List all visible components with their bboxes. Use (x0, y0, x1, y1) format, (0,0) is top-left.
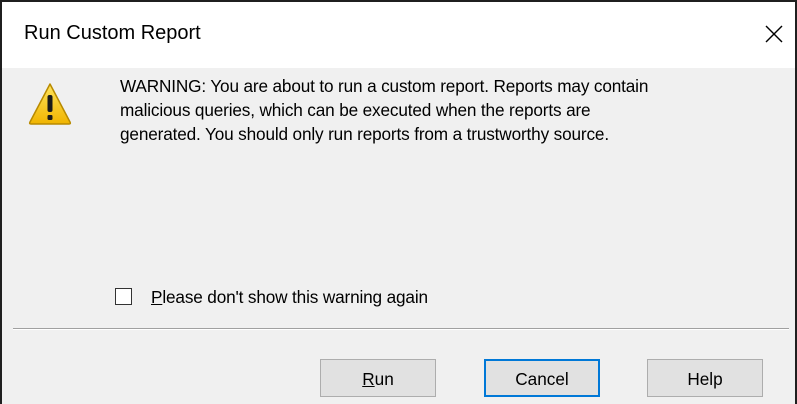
run-button[interactable]: Run (320, 359, 436, 397)
run-custom-report-dialog: Run Custom Report WARNING: You are about… (0, 0, 797, 404)
window-title: Run Custom Report (24, 22, 201, 44)
close-icon (765, 25, 783, 43)
warning-icon (28, 83, 72, 125)
help-button[interactable]: Help (647, 359, 763, 397)
accelerator-letter: P (151, 287, 163, 307)
accelerator-letter: R (362, 369, 375, 389)
title-bar: Run Custom Report (2, 2, 795, 68)
close-button[interactable] (754, 14, 794, 54)
label-text: lease don't show this warning again (162, 287, 428, 307)
dont-show-again-label[interactable]: Please don't show this warning again (151, 286, 428, 308)
cancel-button[interactable]: Cancel (484, 359, 600, 397)
separator-highlight (13, 329, 789, 330)
run-label: un (374, 369, 394, 389)
warning-message: WARNING: You are about to run a custom r… (120, 74, 792, 146)
message-line: generated. You should only run reports f… (120, 124, 609, 144)
message-line: WARNING: You are about to run a custom r… (120, 76, 649, 96)
dont-show-again-checkbox[interactable] (115, 288, 132, 305)
message-line: malicious queries, which can be executed… (120, 100, 591, 120)
